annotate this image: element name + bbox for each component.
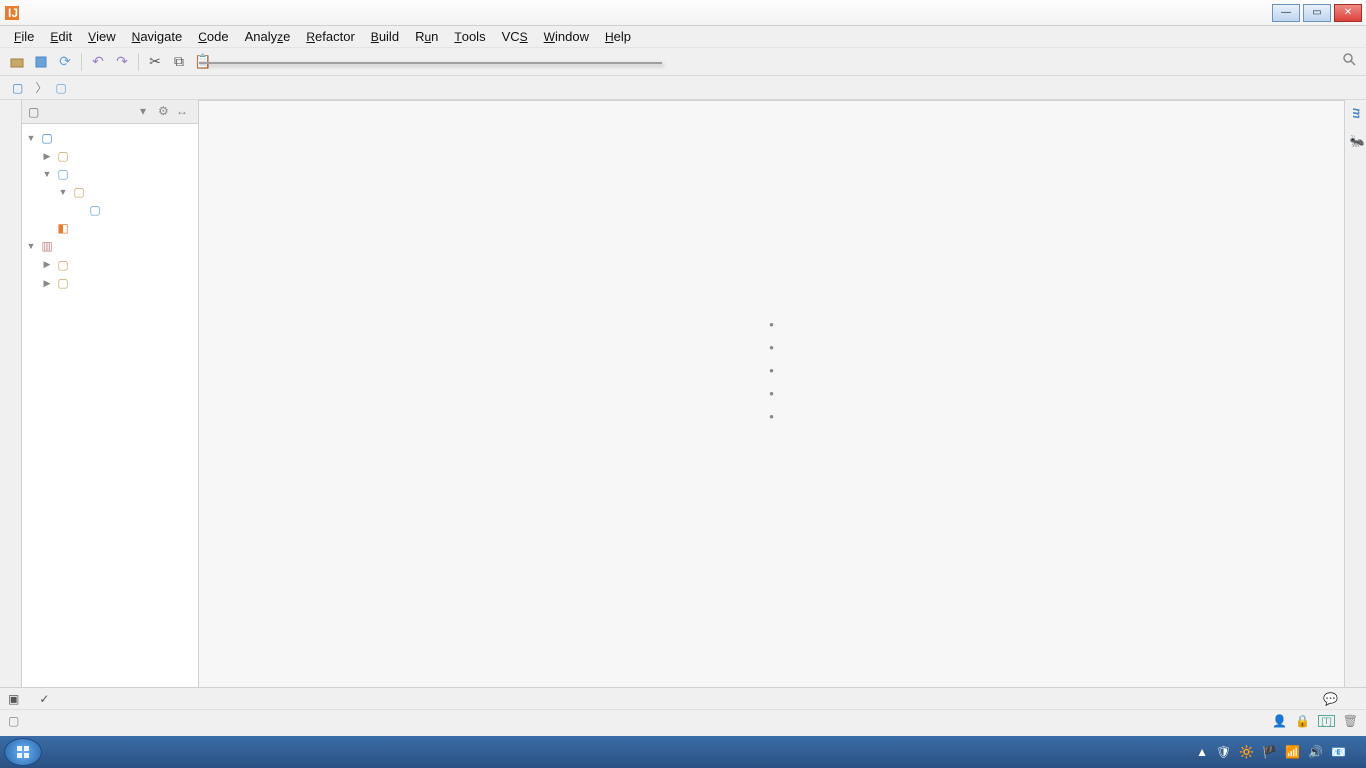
todo-button[interactable]: ✓ bbox=[39, 692, 53, 706]
tray-icon[interactable]: 🔊 bbox=[1308, 745, 1323, 759]
breadcrumb-item[interactable]: ▢ bbox=[6, 79, 33, 97]
toolbar-separator bbox=[138, 53, 139, 71]
folder-icon: ▢ bbox=[56, 167, 70, 181]
panel-header: ▢ ▾ ⚙ ↔ bbox=[22, 100, 198, 124]
rail-favorites[interactable] bbox=[9, 667, 13, 687]
menu-navigate[interactable]: Navigate bbox=[124, 27, 191, 46]
rail-project[interactable] bbox=[9, 100, 13, 120]
library-icon: ▥ bbox=[40, 239, 54, 253]
menu-view[interactable]: View bbox=[80, 27, 124, 46]
redo-icon[interactable]: ↷ bbox=[111, 51, 133, 73]
trash-icon[interactable]: 🗑 bbox=[1343, 714, 1358, 728]
menu-analyze[interactable]: Analyze bbox=[237, 27, 299, 46]
folder-icon: ▢ bbox=[72, 185, 86, 199]
module-icon: ▢ bbox=[40, 131, 54, 145]
tray-icon[interactable]: 🔆 bbox=[1239, 745, 1254, 759]
tree-node-iml[interactable]: ◧ bbox=[22, 219, 198, 237]
folder-icon: ▢ bbox=[56, 149, 70, 163]
tip-text bbox=[769, 386, 774, 401]
tip-text bbox=[769, 317, 774, 332]
menu-code[interactable]: Code bbox=[190, 27, 236, 46]
context-menu bbox=[199, 62, 494, 64]
close-button[interactable]: ✕ bbox=[1334, 4, 1362, 22]
menu-build[interactable]: Build bbox=[363, 27, 407, 46]
event-log-button[interactable]: 💬 bbox=[1323, 692, 1342, 706]
tray-icon[interactable]: 📶 bbox=[1285, 745, 1300, 759]
tree-node-extlib[interactable]: ▼▥ bbox=[22, 237, 198, 255]
dropdown-icon[interactable]: ▾ bbox=[140, 104, 156, 120]
main-area: ▢ ▾ ⚙ ↔ ▼▢ ▶▢ ▼▢ ▼▢ ▢ ◧ ▼▥ ▶▢ ▶▢ bbox=[0, 100, 1366, 687]
folder-icon: ▢ bbox=[88, 203, 102, 217]
tray-icon[interactable]: 📧 bbox=[1331, 745, 1346, 759]
tree-node-sdk[interactable]: ▶▢ bbox=[22, 274, 198, 292]
menu-run[interactable]: Run bbox=[407, 27, 446, 46]
minimize-button[interactable]: — bbox=[1272, 4, 1300, 22]
system-tray: ▲ 🛡 🔆 🏴 📶 🔊 📧 bbox=[1196, 745, 1362, 759]
file-icon: ◧ bbox=[56, 221, 70, 235]
project-icon: ▢ bbox=[28, 105, 42, 119]
folder-icon: ▢ bbox=[56, 258, 70, 272]
status-bar: ▢ 👤 🔒 [T] 🗑 bbox=[0, 709, 1366, 731]
tray-icon[interactable]: ▲ bbox=[1196, 745, 1208, 759]
project-panel: ▢ ▾ ⚙ ↔ ▼▢ ▶▢ ▼▢ ▼▢ ▢ ◧ ▼▥ ▶▢ ▶▢ bbox=[22, 100, 199, 687]
copy-icon[interactable]: ⧉ bbox=[168, 51, 190, 73]
rail-ant[interactable]: 🐜 bbox=[1345, 127, 1366, 158]
cut-icon[interactable]: ✂ bbox=[144, 51, 166, 73]
open-icon[interactable] bbox=[6, 51, 28, 73]
tree-node-main[interactable]: ▼▢ bbox=[22, 183, 198, 201]
menu-vcs[interactable]: VCS bbox=[494, 27, 536, 46]
gear-icon[interactable]: ⚙ bbox=[158, 104, 174, 120]
rail-structure[interactable] bbox=[9, 120, 13, 140]
sync-icon[interactable]: ⟳ bbox=[54, 51, 76, 73]
app-logo: IJ bbox=[4, 5, 20, 21]
undo-icon[interactable]: ↶ bbox=[87, 51, 109, 73]
hector-icon[interactable]: [T] bbox=[1318, 715, 1335, 727]
tip-text bbox=[769, 363, 774, 378]
breadcrumb-item[interactable]: ▢ bbox=[49, 79, 76, 97]
inspector-icon[interactable]: 👤 bbox=[1272, 714, 1287, 728]
tip-text bbox=[769, 340, 774, 355]
search-icon[interactable] bbox=[1342, 52, 1360, 70]
left-tool-rail bbox=[0, 100, 22, 687]
breadcrumb: ▢ 〉 ▢ bbox=[0, 76, 1366, 100]
tray-icon[interactable]: 🛡 bbox=[1216, 745, 1231, 759]
context-submenu bbox=[494, 62, 662, 64]
maximize-button[interactable]: ▭ bbox=[1303, 4, 1331, 22]
save-icon[interactable] bbox=[30, 51, 52, 73]
menu-bar: File Edit View Navigate Code Analyze Ref… bbox=[0, 26, 1366, 48]
menu-window[interactable]: Window bbox=[536, 27, 597, 46]
menu-file[interactable]: File bbox=[6, 27, 42, 46]
empty-state bbox=[769, 291, 774, 432]
tree-node-scala[interactable]: ▢ bbox=[22, 201, 198, 219]
toolbar-separator bbox=[81, 53, 82, 71]
tip-text bbox=[769, 409, 774, 424]
breadcrumb-separator: 〉 bbox=[35, 79, 47, 96]
svg-text:IJ: IJ bbox=[8, 6, 18, 20]
menu-refactor[interactable]: Refactor bbox=[298, 27, 362, 46]
tree-node-src[interactable]: ▼▢ bbox=[22, 165, 198, 183]
folder-icon: ▢ bbox=[56, 276, 70, 290]
right-tool-rail: m 🐜 bbox=[1344, 100, 1366, 687]
window-icon[interactable]: ▢ bbox=[8, 714, 19, 728]
module-icon: ▢ bbox=[12, 81, 23, 95]
window-controls: — ▭ ✕ bbox=[1272, 4, 1362, 22]
lock-icon[interactable]: 🔒 bbox=[1295, 714, 1310, 728]
menu-help[interactable]: Help bbox=[597, 27, 639, 46]
editor-area bbox=[199, 100, 1344, 687]
windows-taskbar: ▲ 🛡 🔆 🏴 📶 🔊 📧 bbox=[0, 736, 1366, 768]
rail-maven[interactable]: m bbox=[1345, 100, 1366, 127]
start-button[interactable] bbox=[4, 738, 42, 766]
tray-icon[interactable]: 🏴 bbox=[1262, 745, 1277, 759]
menu-tools[interactable]: Tools bbox=[446, 27, 493, 46]
menu-edit[interactable]: Edit bbox=[42, 27, 80, 46]
tree-node-jdk[interactable]: ▶▢ bbox=[22, 255, 198, 274]
folder-icon: ▢ bbox=[55, 81, 66, 95]
tree-node-root[interactable]: ▼▢ bbox=[22, 128, 198, 147]
terminal-button[interactable]: ▣ bbox=[8, 692, 23, 706]
bottom-tool-bar: ▣ ✓ 💬 bbox=[0, 687, 1366, 709]
window-titlebar: IJ — ▭ ✕ bbox=[0, 0, 1366, 26]
collapse-icon[interactable]: ↔ bbox=[176, 104, 192, 120]
project-tree: ▼▢ ▶▢ ▼▢ ▼▢ ▢ ◧ ▼▥ ▶▢ ▶▢ bbox=[22, 124, 198, 687]
tree-node-idea[interactable]: ▶▢ bbox=[22, 147, 198, 165]
